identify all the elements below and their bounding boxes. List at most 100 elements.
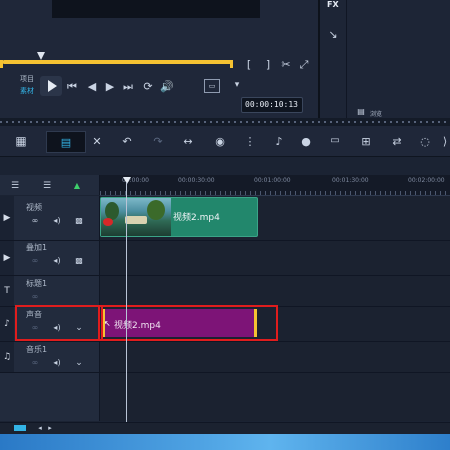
- ruler-label-1: 00:00:30:00: [178, 177, 215, 184]
- overlay-track-header: ▶ 叠加1 ∞ ◂) ▩: [0, 241, 100, 275]
- music-expand-icon[interactable]: ⌄: [74, 358, 84, 368]
- play-button[interactable]: [40, 76, 62, 96]
- video-clip-thumbnail: [101, 198, 171, 236]
- ruler-tick-marks: [100, 191, 450, 195]
- scrubber-bar[interactable]: [3, 60, 233, 64]
- overlay-lane[interactable]: [100, 241, 450, 275]
- overlay-grid-icon[interactable]: ▩: [74, 256, 84, 266]
- resize-grip[interactable]: [0, 121, 450, 123]
- video-track-header: ▶ 视频 ∞ ◂) ▩: [0, 196, 100, 240]
- highlight-box-header: [15, 305, 103, 341]
- trim-left-marker[interactable]: [0, 60, 3, 68]
- video-clip[interactable]: 视频2.mp4: [100, 197, 258, 237]
- storyboard-view-icon[interactable]: ▦: [13, 134, 29, 148]
- browse-label[interactable]: 浏览: [370, 109, 382, 118]
- scroll-left-icon[interactable]: ◂: [36, 424, 44, 432]
- record-capture-icon[interactable]: ◉: [212, 134, 228, 148]
- browse-icon[interactable]: ▤: [356, 107, 366, 117]
- overlay-mute-icon[interactable]: ◂): [52, 256, 62, 266]
- enlarge-icon[interactable]: ⤢: [298, 58, 310, 70]
- add-track-icon[interactable]: ☰: [40, 180, 54, 192]
- music-mute-icon[interactable]: ◂): [52, 358, 62, 368]
- timeline-view-icon: ▤: [60, 135, 72, 149]
- multi-camera-icon[interactable]: ⊞: [358, 134, 374, 148]
- playhead-head[interactable]: [123, 177, 131, 184]
- overlay-track: ▶ 叠加1 ∞ ◂) ▩: [0, 241, 450, 276]
- thumbnail-red-marker: [103, 218, 113, 226]
- undo-icon[interactable]: ↶: [120, 134, 134, 148]
- thumbnail-boat: [125, 216, 147, 224]
- playhead-line[interactable]: [126, 182, 127, 422]
- volume-icon[interactable]: 🔊: [160, 80, 174, 92]
- play-icon: [47, 80, 57, 92]
- video-clip-label: 视频2.mp4: [173, 213, 220, 223]
- prev-frame-icon[interactable]: ◀: [86, 80, 98, 92]
- fx-label[interactable]: FX: [327, 0, 339, 9]
- tools-icon[interactable]: ✕: [90, 134, 104, 148]
- trim-right-marker[interactable]: [230, 60, 233, 68]
- title-track-header: T 标题1 ∞: [0, 276, 100, 306]
- title-link-icon[interactable]: ∞: [30, 292, 40, 302]
- thumbnail-tree: [147, 200, 165, 220]
- overlay-track-icon: ▶: [0, 241, 14, 275]
- preview-screen: [52, 0, 260, 18]
- zoom-control[interactable]: [14, 425, 26, 431]
- overlay-track-name[interactable]: 叠加1: [26, 242, 47, 253]
- motion-tracking-icon[interactable]: ●: [299, 134, 313, 148]
- auto-music-icon[interactable]: ♪: [272, 134, 286, 148]
- ruler-label-4: 00:02:00:00: [408, 177, 445, 184]
- mark-in-icon[interactable]: [: [243, 58, 255, 70]
- split-clip-icon[interactable]: ✂: [280, 58, 292, 70]
- go-start-icon[interactable]: ⏮: [66, 80, 78, 92]
- music-lane[interactable]: [100, 342, 450, 372]
- track-manager-icon[interactable]: ☰: [8, 180, 22, 192]
- path-icon[interactable]: ↘: [326, 28, 340, 40]
- project-mode-label[interactable]: 项目: [20, 74, 34, 84]
- next-frame-icon[interactable]: ▶: [104, 80, 116, 92]
- track-empty-header: [0, 373, 100, 421]
- loop-icon[interactable]: ◌: [417, 134, 433, 148]
- timecode-display[interactable]: 00:00:10:13: [241, 97, 303, 113]
- panel-separator: [0, 118, 450, 126]
- title-track-icon: T: [0, 276, 14, 306]
- go-end-icon[interactable]: ⏭: [122, 80, 134, 92]
- fx-divider: [346, 0, 347, 118]
- os-taskbar: [0, 434, 450, 450]
- voice-track-icon: ♪: [0, 307, 14, 341]
- time-remap-icon[interactable]: ⇄: [389, 134, 405, 148]
- link-icon[interactable]: ∞: [30, 216, 40, 226]
- music-track-name[interactable]: 音乐1: [26, 344, 47, 355]
- fit-timeline-icon[interactable]: ↔: [180, 134, 196, 148]
- title-lane[interactable]: [100, 276, 450, 306]
- audio-mixer-icon[interactable]: ⋮: [243, 134, 257, 148]
- video-mute-icon[interactable]: ◂): [52, 216, 62, 226]
- music-track: ♫ 音乐1 ∞ ◂) ⌄: [0, 342, 450, 373]
- ruler-label-3: 00:01:30:00: [332, 177, 369, 184]
- video-grid-icon[interactable]: ▩: [74, 216, 84, 226]
- highlight-box-clip: [98, 305, 278, 341]
- display-mode-icon[interactable]: ▾: [230, 79, 244, 91]
- title-track: T 标题1 ∞: [0, 276, 450, 307]
- redo-icon[interactable]: ↷: [151, 134, 165, 148]
- video-track-name[interactable]: 视频: [26, 202, 42, 213]
- ruler-label-2: 00:01:00:00: [254, 177, 291, 184]
- scrubber-handle[interactable]: [37, 52, 45, 60]
- ripple-edit-icon[interactable]: ▲: [70, 180, 84, 192]
- clip-mode-label[interactable]: 素材: [20, 86, 34, 96]
- music-track-header: ♫ 音乐1 ∞ ◂) ⌄: [0, 342, 100, 372]
- timeline-view-button[interactable]: ▤: [46, 131, 86, 153]
- subtitle-editor-icon[interactable]: ▭: [327, 134, 343, 148]
- fx-panel: [320, 0, 450, 118]
- video-track-icon: ▶: [0, 196, 14, 240]
- aspect-ratio-icon[interactable]: ▭: [204, 79, 220, 93]
- overlay-link-icon[interactable]: ∞: [30, 256, 40, 266]
- title-track-name[interactable]: 标题1: [26, 278, 47, 289]
- music-link-icon[interactable]: ∞: [30, 358, 40, 368]
- music-track-icon: ♫: [0, 342, 14, 372]
- more-tools-icon[interactable]: ⟩: [440, 134, 450, 148]
- scroll-right-icon[interactable]: ▸: [46, 424, 54, 432]
- mark-out-icon[interactable]: ]: [262, 58, 274, 70]
- time-ruler[interactable]: 00:00:00 00:00:30:00 00:01:00:00 00:01:3…: [100, 175, 450, 196]
- repeat-icon[interactable]: ⟳: [142, 80, 154, 92]
- track-empty-lane: [100, 373, 450, 421]
